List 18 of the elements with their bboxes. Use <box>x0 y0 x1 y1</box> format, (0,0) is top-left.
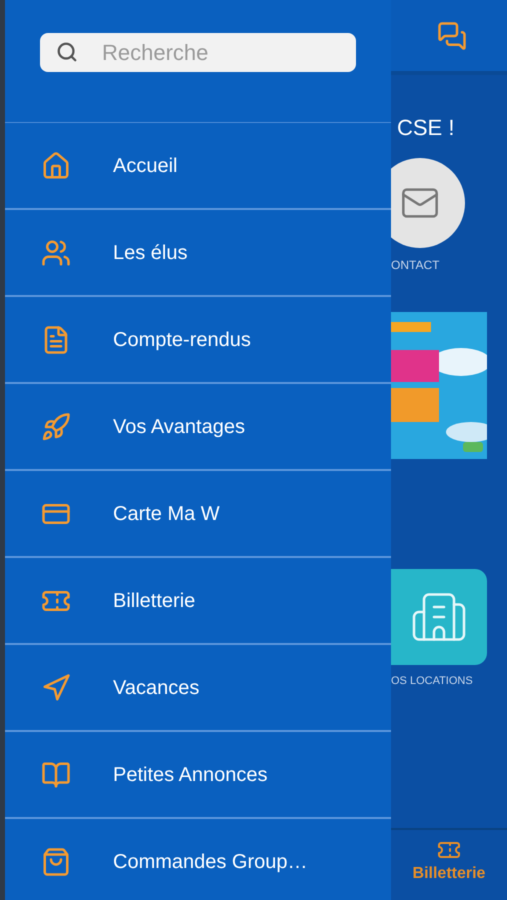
locations-label: OS LOCATIONS <box>391 674 474 689</box>
people-icon <box>41 238 71 268</box>
page-heading: CSE ! <box>397 114 456 142</box>
home-icon <box>41 150 71 180</box>
locations-tile[interactable] <box>391 569 487 665</box>
compass-icon <box>41 672 71 702</box>
menu-item[interactable]: Petites Annonces <box>5 732 391 819</box>
search-icon <box>56 41 78 63</box>
menu-item[interactable]: Carte Ma W <box>5 471 391 558</box>
search-field[interactable]: Recherche <box>40 33 356 72</box>
chat-icon[interactable] <box>437 20 467 50</box>
menu-item[interactable]: Vacances <box>5 645 391 732</box>
bag-icon <box>41 846 71 876</box>
menu-item[interactable]: Accueil <box>5 123 391 210</box>
book-icon <box>41 760 71 790</box>
rocket-icon <box>41 412 71 442</box>
menu-item[interactable]: Les élus <box>5 210 391 297</box>
contact-label: ONTACT <box>391 257 440 274</box>
